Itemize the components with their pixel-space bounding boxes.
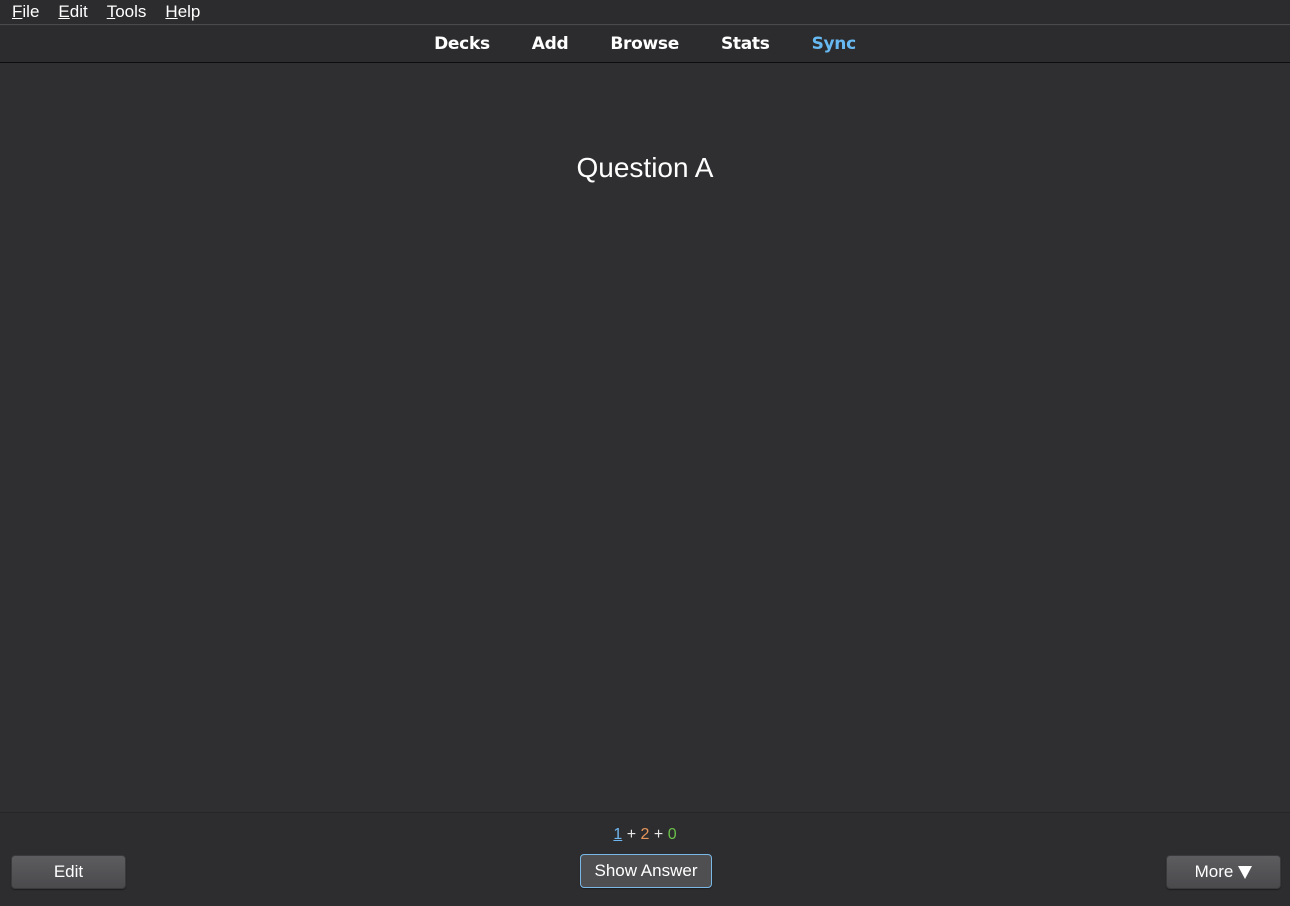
more-button[interactable]: More	[1166, 855, 1281, 889]
menu-bar: File Edit Tools Help	[0, 0, 1290, 25]
menu-file[interactable]: File	[12, 1, 39, 23]
review-count: 0	[667, 826, 677, 843]
card-view: Question A	[0, 64, 1290, 812]
toolbar-sync-link[interactable]: Sync	[812, 34, 857, 54]
more-button-label: More	[1194, 862, 1234, 881]
menu-edit[interactable]: Edit	[58, 1, 87, 23]
count-separator: +	[653, 826, 664, 843]
triangle-down-icon	[1238, 865, 1253, 879]
menu-help[interactable]: Help	[165, 1, 200, 23]
toolbar-decks-link[interactable]: Decks	[434, 34, 490, 54]
toolbar-stats-link[interactable]: Stats	[721, 34, 770, 54]
edit-button-label: Edit	[53, 862, 84, 881]
menu-tools[interactable]: Tools	[107, 1, 147, 23]
learning-count: 2	[640, 826, 650, 843]
toolbar-add-link[interactable]: Add	[532, 34, 569, 54]
card-question: Question A	[576, 152, 714, 183]
show-answer-label: Show Answer	[594, 861, 698, 880]
new-count: 1	[613, 826, 623, 843]
count-separator: +	[626, 826, 637, 843]
edit-button[interactable]: Edit	[11, 855, 126, 889]
main-toolbar: Decks Add Browse Stats Sync	[0, 26, 1290, 63]
due-counts: 1 + 2 + 0	[0, 826, 1290, 844]
toolbar-browse-link[interactable]: Browse	[610, 34, 679, 54]
review-bottom-bar: 1 + 2 + 0 Edit Show Answer More	[0, 812, 1290, 906]
show-answer-button[interactable]: Show Answer	[580, 854, 712, 888]
